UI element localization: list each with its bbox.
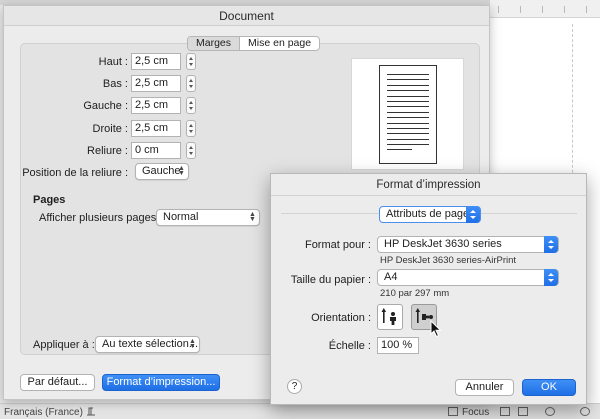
status-bar: Français (France) Focus bbox=[0, 403, 600, 419]
right-margin-label: Droite : bbox=[92, 123, 128, 135]
top-margin-stepper[interactable] bbox=[186, 53, 196, 70]
settings-popup-value: Attributs de page bbox=[386, 208, 470, 220]
bottom-margin-stepper[interactable] bbox=[186, 75, 196, 92]
focus-mode-button[interactable]: Focus bbox=[462, 407, 489, 418]
settings-popup[interactable]: Attributs de page bbox=[379, 206, 481, 223]
chevron-updown-icon: ▲ ▼ bbox=[249, 211, 256, 223]
format-for-popup[interactable]: HP DeskJet 3630 series bbox=[377, 236, 559, 253]
gutter-field[interactable]: 0 cm bbox=[131, 142, 181, 159]
format-for-label: Format pour : bbox=[304, 239, 371, 251]
mouse-pointer-icon bbox=[430, 320, 442, 338]
chevron-updown-icon bbox=[544, 269, 558, 286]
orientation-label: Orientation : bbox=[311, 312, 371, 324]
scale-field[interactable]: 100 % bbox=[377, 337, 419, 354]
chevron-updown-icon: ▲ ▼ bbox=[189, 338, 196, 350]
ok-button[interactable]: OK bbox=[522, 379, 576, 396]
gutter-position-popup[interactable]: Gauche ▲ ▼ bbox=[135, 163, 189, 180]
default-button[interactable]: Par défaut... bbox=[20, 374, 95, 391]
pages-section-title: Pages bbox=[33, 194, 66, 206]
page-preview bbox=[351, 58, 464, 170]
chevron-updown-icon: ▲ ▼ bbox=[178, 165, 185, 177]
gutter-label: Reliure : bbox=[87, 145, 128, 157]
bottom-margin-label: Bas : bbox=[102, 78, 128, 90]
apply-to-value: Au texte sélection... bbox=[102, 338, 198, 350]
document-dialog-title: Document bbox=[4, 6, 489, 26]
gutter-position-value: Gauche bbox=[142, 165, 181, 177]
gutter-stepper[interactable] bbox=[186, 142, 196, 159]
paper-size-value: A4 bbox=[384, 271, 398, 283]
left-margin-stepper[interactable] bbox=[186, 97, 196, 114]
help-button[interactable]: ? bbox=[287, 379, 302, 394]
print-format-button[interactable]: Format d’impression... bbox=[102, 374, 220, 391]
apply-to-popup[interactable]: Au texte sélection... ▲ ▼ bbox=[95, 336, 200, 353]
print-layout-icon[interactable] bbox=[500, 407, 510, 416]
document-tabs: Marges Mise en page bbox=[187, 36, 321, 51]
zoom-out-icon[interactable] bbox=[545, 407, 555, 416]
cancel-button[interactable]: Annuler bbox=[455, 379, 514, 396]
left-margin-label: Gauche : bbox=[83, 100, 128, 112]
right-margin-stepper[interactable] bbox=[186, 120, 196, 137]
portrait-orientation-button[interactable] bbox=[377, 304, 403, 330]
language-status[interactable]: Français (France) bbox=[4, 407, 83, 418]
paper-size-popup[interactable]: A4 bbox=[377, 269, 559, 286]
page-setup-dialog: Format d’impression Attributs de page Fo… bbox=[270, 173, 587, 405]
chevron-updown-icon bbox=[544, 236, 558, 253]
multiple-pages-value: Normal bbox=[163, 211, 199, 223]
tab-marges[interactable]: Marges bbox=[188, 37, 241, 50]
right-margin-field[interactable]: 2,5 cm bbox=[131, 120, 181, 137]
paper-size-subtext: 210 par 297 mm bbox=[380, 288, 450, 299]
multiple-pages-label: Afficher plusieurs pages : bbox=[39, 212, 163, 224]
web-layout-icon[interactable] bbox=[518, 407, 528, 416]
portrait-icon bbox=[381, 308, 396, 325]
format-for-value: HP DeskJet 3630 series bbox=[384, 238, 502, 250]
horizontal-ruler bbox=[490, 0, 600, 18]
page-setup-title: Format d’impression bbox=[271, 174, 586, 196]
zoom-in-icon[interactable] bbox=[580, 407, 590, 416]
scale-label: Échelle : bbox=[328, 340, 371, 352]
top-margin-field[interactable]: 2,5 cm bbox=[131, 53, 181, 70]
apply-to-label: Appliquer à : bbox=[33, 339, 95, 351]
left-margin-field[interactable]: 2,5 cm bbox=[131, 97, 181, 114]
paper-size-label: Taille du papier : bbox=[290, 274, 371, 286]
format-for-subtext: HP DeskJet 3630 series-AirPrint bbox=[380, 255, 517, 266]
bottom-margin-field[interactable]: 2,5 cm bbox=[131, 75, 181, 92]
gutter-position-label: Position de la reliure : bbox=[22, 167, 128, 179]
preview-page-thumbnail bbox=[379, 65, 437, 164]
chevron-updown-icon bbox=[466, 206, 480, 223]
track-changes-icon[interactable] bbox=[86, 406, 96, 416]
tab-mise-en-page[interactable]: Mise en page bbox=[240, 37, 319, 50]
multiple-pages-popup[interactable]: Normal ▲ ▼ bbox=[156, 209, 260, 226]
view-mode-icon[interactable] bbox=[448, 407, 458, 416]
top-margin-label: Haut : bbox=[98, 56, 128, 68]
